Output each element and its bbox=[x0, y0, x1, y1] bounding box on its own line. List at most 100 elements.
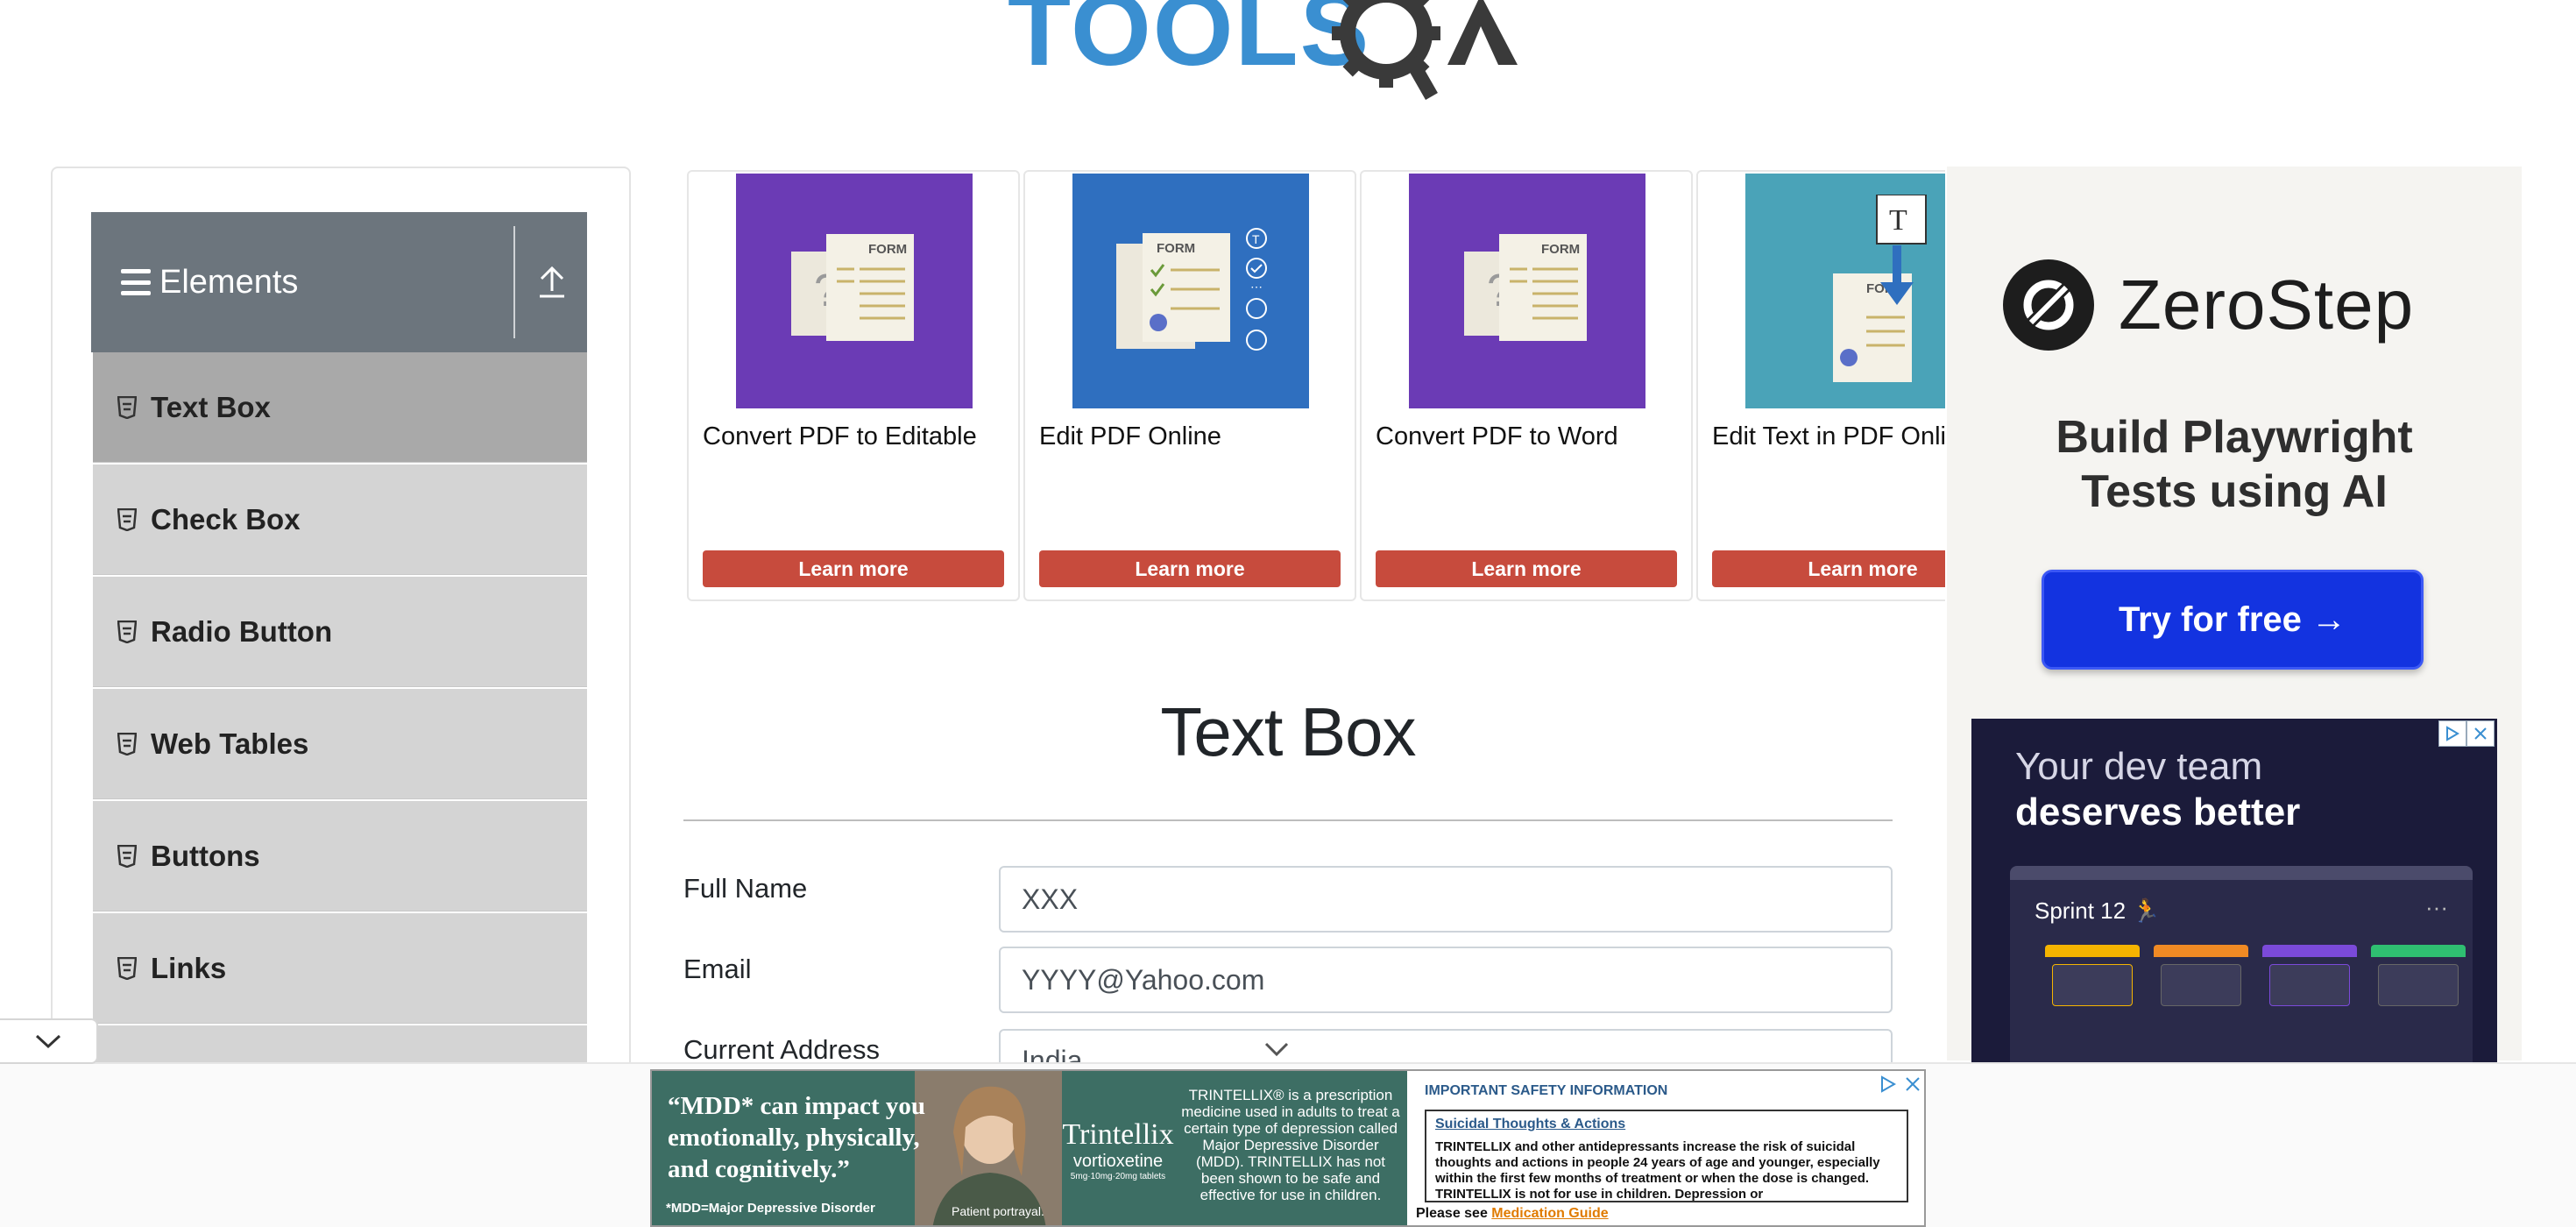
ad-quote: “MDD* can impact you emotionally, physic… bbox=[668, 1090, 925, 1185]
trintellix-ad[interactable]: “MDD* can impact you emotionally, physic… bbox=[650, 1069, 1926, 1227]
sidebar-item-text-box[interactable]: Text Box bbox=[93, 352, 587, 463]
safety-info-panel: IMPORTANT SAFETY INFORMATION Suicidal Th… bbox=[1409, 1071, 1924, 1225]
form-text-edit-icon: T FORM bbox=[1833, 195, 1927, 382]
form-document-icon: ? FORM bbox=[791, 234, 914, 341]
toolsqa-logo[interactable]: TOOLS bbox=[999, 0, 1577, 109]
svg-text:TOOLS: TOOLS bbox=[1008, 0, 1370, 88]
trintellix-logo: Trintellix vortioxetine 5mg·10mg·20mg ta… bbox=[1062, 1071, 1174, 1225]
svg-text:T: T bbox=[1889, 204, 1907, 237]
card-thumbnail: T FORM bbox=[1745, 174, 1945, 408]
html5-icon bbox=[117, 732, 137, 755]
brand-doses: 5mg·10mg·20mg tablets bbox=[1070, 1172, 1166, 1181]
card-thumbnail: ? FORM bbox=[1409, 174, 1645, 408]
adchoices-icon[interactable] bbox=[1879, 1075, 1898, 1094]
email-input[interactable]: YYYY@Yahoo.com bbox=[999, 947, 1893, 1013]
form-badge: FORM bbox=[1157, 241, 1195, 256]
upload-arrow-icon bbox=[540, 266, 564, 298]
close-icon[interactable] bbox=[1903, 1075, 1922, 1094]
page-title: Text Box bbox=[1160, 693, 1416, 770]
ad-choices[interactable] bbox=[2438, 720, 2495, 747]
try-for-free-button[interactable]: Try for free → bbox=[2042, 570, 2424, 670]
dev-ad-line1: Your dev team bbox=[2015, 745, 2263, 788]
medication-guide-note: Please see Medication Guide bbox=[1416, 1206, 1609, 1222]
form-edit-icon: FORM T ⋯ bbox=[1116, 228, 1267, 351]
form-badge: FORM bbox=[1541, 242, 1580, 257]
sidebar-item-label: Text Box bbox=[151, 390, 271, 423]
page: TOOLS Elements Text Box Check Box Radio … bbox=[0, 0, 2576, 1227]
isi-heading[interactable]: Suicidal Thoughts & Actions bbox=[1435, 1117, 1898, 1132]
sidebar-item-label: Radio Button bbox=[151, 614, 333, 648]
group-header-elements[interactable]: Elements bbox=[91, 212, 587, 352]
brand-generic: vortioxetine bbox=[1072, 1152, 1164, 1171]
ad-card[interactable]: FORM T ⋯ Edit PDF Online Learn more bbox=[1023, 170, 1356, 601]
svg-text:⋯: ⋯ bbox=[1250, 280, 1263, 294]
adchoices-icon[interactable] bbox=[2438, 720, 2466, 747]
sidebar-item-label: Links bbox=[151, 951, 227, 984]
zerostep-headline-line1: Build Playwright bbox=[2056, 412, 2413, 463]
learn-more-button[interactable]: Learn more bbox=[1712, 550, 1945, 587]
sidebar-item-links[interactable]: Links bbox=[93, 913, 587, 1024]
ad-card[interactable]: ? FORM Convert PDF to Editable Learn mor… bbox=[687, 170, 1020, 601]
ad-card[interactable]: T FORM Edit Text in PDF Onli Learn more bbox=[1696, 170, 1945, 601]
learn-more-button[interactable]: Learn more bbox=[1039, 550, 1341, 587]
form-document-icon: ? FORM bbox=[1464, 234, 1587, 341]
medication-guide-link[interactable]: Medication Guide bbox=[1491, 1206, 1608, 1221]
ad-quote-line1: “MDD* can impact you bbox=[668, 1092, 926, 1120]
zerostep-brand: ZeroStep bbox=[2119, 266, 2415, 344]
card-title: Edit Text in PDF Onli bbox=[1712, 422, 1945, 450]
board-menu-icon: ··· bbox=[2425, 894, 2448, 920]
board-column bbox=[2262, 945, 2357, 1067]
zerostep-logo-icon bbox=[2003, 259, 2094, 351]
ad-quote-line3: and cognitively.” bbox=[668, 1155, 850, 1183]
portrait-note: Patient portrayal. bbox=[952, 1204, 1044, 1218]
board-column bbox=[2154, 945, 2248, 1067]
full-name-label: Full Name bbox=[683, 873, 808, 904]
collapse-ad-button[interactable] bbox=[0, 1018, 98, 1064]
learn-more-button[interactable]: Learn more bbox=[1376, 550, 1677, 587]
isi-title: IMPORTANT SAFETY INFORMATION bbox=[1425, 1083, 1668, 1098]
sidebar-item-web-tables[interactable]: Web Tables bbox=[93, 689, 587, 799]
ad-cards-carousel: ? FORM Convert PDF to Editable Learn mor… bbox=[687, 170, 1945, 601]
chevron-down-icon bbox=[1264, 1042, 1289, 1057]
ad-description: TRINTELLIX® is a prescription medicine u… bbox=[1174, 1071, 1407, 1225]
close-icon[interactable] bbox=[2466, 720, 2495, 747]
sidebar-item-radio-button[interactable]: Radio Button bbox=[93, 577, 587, 687]
board-column bbox=[2371, 945, 2466, 1067]
learn-more-button[interactable]: Learn more bbox=[703, 550, 1004, 587]
dev-ad-line2: deserves better bbox=[2015, 791, 2301, 833]
card-title: Convert PDF to Word bbox=[1376, 422, 1618, 450]
html5-icon bbox=[117, 507, 137, 531]
svg-text:T: T bbox=[1252, 232, 1260, 246]
html5-icon bbox=[117, 956, 137, 980]
ad-quote-line2: emotionally, physically, bbox=[668, 1124, 920, 1152]
html5-icon bbox=[117, 844, 137, 868]
ad-footnote: *MDD=Major Depressive Disorder bbox=[666, 1201, 875, 1216]
email-label: Email bbox=[683, 954, 752, 984]
brand-name: Trintellix bbox=[1062, 1118, 1174, 1151]
chevron-down-icon bbox=[35, 1034, 61, 1049]
title-divider bbox=[683, 819, 1893, 821]
banner-ad-choices[interactable] bbox=[1879, 1075, 1922, 1094]
zerostep-headline: Build Playwright Tests using AI bbox=[1947, 410, 2522, 519]
header-divider bbox=[513, 226, 515, 338]
collapse-button[interactable] bbox=[517, 212, 587, 352]
hamburger-icon bbox=[121, 269, 151, 295]
form-badge: FORM bbox=[868, 242, 907, 257]
ad-card[interactable]: ? FORM Convert PDF to Word Learn more bbox=[1360, 170, 1693, 601]
sidebar-menu: Text Box Check Box Radio Button Web Tabl… bbox=[93, 352, 587, 1138]
sidebar-item-buttons[interactable]: Buttons bbox=[93, 801, 587, 911]
logo-graphic: TOOLS bbox=[1008, 0, 1518, 100]
board-column bbox=[2045, 945, 2140, 1067]
sidebar-item-check-box[interactable]: Check Box bbox=[93, 465, 587, 575]
zerostep-logo: ZeroStep bbox=[2001, 258, 2414, 352]
card-thumbnail: FORM T ⋯ bbox=[1072, 174, 1309, 408]
sidebar-item-label: Buttons bbox=[151, 839, 260, 872]
ad-quote-panel: “MDD* can impact you emotionally, physic… bbox=[652, 1071, 1062, 1225]
full-name-input[interactable]: XXX bbox=[999, 866, 1893, 933]
dev-team-ad[interactable]: Your dev team deserves better Sprint 12 … bbox=[1971, 719, 2497, 1069]
sidebar-item-label: Web Tables bbox=[151, 727, 309, 760]
isi-scroll-box[interactable]: Suicidal Thoughts & Actions TRINTELLIX a… bbox=[1425, 1110, 1908, 1202]
group-title: Elements bbox=[159, 263, 299, 301]
isi-text: TRINTELLIX and other antidepressants inc… bbox=[1435, 1139, 1880, 1202]
card-thumbnail: ? FORM bbox=[736, 174, 973, 408]
